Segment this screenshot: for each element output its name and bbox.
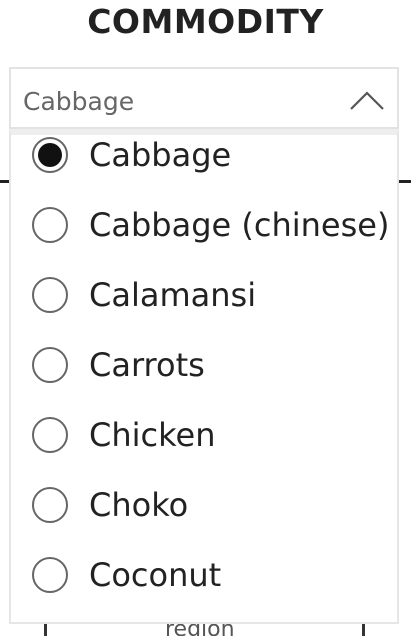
- slicer-option[interactable]: Choko: [11, 475, 397, 535]
- radio-selected-icon[interactable]: [31, 136, 69, 174]
- slicer-option[interactable]: Carrots: [11, 335, 397, 395]
- radio-unselected-icon[interactable]: [31, 416, 69, 454]
- background-axis-tick: [44, 622, 47, 636]
- background-axis-tick: [362, 622, 365, 636]
- slicer-visual: COMMODITY region Cabbage Cabbage Cabbage…: [0, 0, 411, 636]
- slicer-option-label: Chicken: [89, 416, 216, 454]
- radio-unselected-icon[interactable]: [31, 346, 69, 384]
- radio-unselected-icon[interactable]: [31, 486, 69, 524]
- radio-unselected-icon[interactable]: [31, 206, 69, 244]
- slicer-option[interactable]: Calamansi: [11, 265, 397, 325]
- slicer-dropdown-list: Cabbage Cabbage (chinese) Calamansi Carr…: [9, 129, 399, 624]
- slicer-option[interactable]: Cabbage (chinese): [11, 195, 397, 255]
- slicer-option[interactable]: Coconut: [11, 545, 397, 605]
- slicer-option-label: Calamansi: [89, 276, 257, 314]
- slicer-option-label: Choko: [89, 486, 189, 524]
- slicer-dropdown-header[interactable]: Cabbage: [9, 67, 399, 129]
- slicer-option-label: Coconut: [89, 556, 222, 594]
- slicer-selected-value: Cabbage: [23, 87, 135, 116]
- radio-unselected-icon[interactable]: [31, 556, 69, 594]
- slicer-option-label: Carrots: [89, 346, 205, 384]
- slicer-option-label: Cabbage (chinese): [89, 206, 390, 244]
- slicer-option-label: Cabbage: [89, 136, 232, 174]
- slicer-option[interactable]: Chicken: [11, 405, 397, 465]
- radio-unselected-icon[interactable]: [31, 276, 69, 314]
- slicer-option[interactable]: Cabbage: [11, 135, 397, 185]
- chevron-up-icon[interactable]: [349, 89, 385, 111]
- slicer-title: COMMODITY: [87, 2, 324, 41]
